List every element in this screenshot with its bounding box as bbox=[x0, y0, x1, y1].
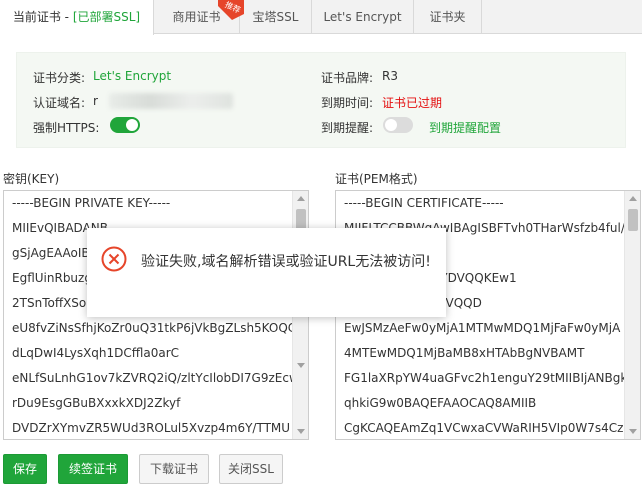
scroll-down-icon bbox=[297, 363, 305, 368]
text-line: 4MTEwMDQ1MjBaMB8xHTAbBgNVBAMT bbox=[344, 346, 585, 360]
deployed-status: [已部署SSL] bbox=[72, 10, 141, 24]
scroll-up-icon[interactable] bbox=[629, 196, 637, 201]
scroll-thumb[interactable] bbox=[628, 209, 638, 231]
cert-info-panel: 证书分类: Let's Encrypt 证书品牌: R3 认证域名: r 到期时… bbox=[16, 52, 626, 148]
text-line: dLqDwI4LysXqh1DCffla0arC bbox=[12, 346, 180, 360]
tab-bar: 当前证书 - [已部署SSL] 商用证书 宝塔SSL Let's Encrypt… bbox=[0, 0, 642, 35]
key-title: 密钥(KEY) bbox=[3, 172, 60, 186]
tab-bt-ssl[interactable]: 宝塔SSL bbox=[240, 0, 312, 34]
download-cert-button[interactable]: 下载证书 bbox=[139, 454, 209, 484]
expire-label: 到期时间: bbox=[321, 96, 374, 110]
tab-commercial-cert-label: 商用证书 bbox=[172, 10, 221, 24]
cert-scrollbar[interactable] bbox=[624, 191, 640, 439]
text-line: DVDZrXYmvZR5WUd3ROLul5Xvzp4m6Y/TTMU bbox=[12, 421, 291, 435]
text-line: CgKCAQEAmZq1VCwxaCVWaRIH5VIp0W7s4CzR bbox=[344, 421, 632, 435]
tab-bt-ssl-label: 宝塔SSL bbox=[252, 10, 299, 24]
text-line: qhkiG9w0BAQEFAAOCAQ8AMIIB bbox=[344, 396, 537, 410]
cert-category-label: 证书分类: bbox=[33, 71, 86, 85]
text-line: -----BEGIN PRIVATE KEY----- bbox=[12, 196, 171, 210]
cert-category-value: Let's Encrypt bbox=[93, 69, 172, 83]
expiry-remind-label: 到期提醒: bbox=[321, 121, 374, 135]
expiry-remind-toggle[interactable] bbox=[383, 117, 413, 133]
cert-brand-value: R3 bbox=[382, 69, 398, 83]
close-ssl-button[interactable]: 关闭SSL bbox=[219, 454, 283, 484]
error-icon bbox=[101, 246, 127, 272]
text-line: eU8fvZiNsSfhjKoZr0uQ31tkP6jVkBgZLsh5KOQC bbox=[12, 321, 297, 335]
renew-cert-button[interactable]: 续签证书 bbox=[58, 454, 128, 484]
force-https-toggle[interactable] bbox=[110, 117, 140, 133]
text-line: EwJSMzAeFw0yMjA1MTMwMDQ1MjFaFw0yMjA bbox=[344, 321, 621, 335]
domain-label: 认证域名: bbox=[33, 96, 86, 110]
tab-current-cert[interactable]: 当前证书 - [已部署SSL] bbox=[0, 0, 154, 35]
toggle-knob bbox=[126, 119, 138, 131]
text-line: rDu9EsgGBuBXxxkXDJ2Zkyf bbox=[12, 396, 181, 410]
scroll-up-icon[interactable] bbox=[297, 196, 305, 201]
expire-value: 证书已过期 bbox=[382, 96, 443, 110]
text-line: FG1laXRpYW4uaGFvc2h1enguY29tMIIBIjANBgk bbox=[344, 371, 628, 385]
error-message: 验证失败,域名解析错误或验证URL无法被访问! bbox=[141, 254, 431, 270]
domain-value: r bbox=[93, 94, 98, 108]
domain-redaction bbox=[109, 93, 233, 109]
cert-title: 证书(PEM格式) bbox=[335, 172, 418, 186]
toggle-knob bbox=[385, 119, 397, 131]
tab-current-cert-label: 当前证书 - bbox=[12, 10, 73, 24]
text-line: -----BEGIN CERTIFICATE----- bbox=[344, 196, 504, 210]
scroll-down-icon[interactable] bbox=[297, 429, 305, 434]
expiry-remind-config-link[interactable]: 到期提醒配置 bbox=[429, 119, 501, 136]
tab-cert-folder-label: 证书夹 bbox=[429, 10, 466, 24]
force-https-label: 强制HTTPS: bbox=[33, 121, 100, 135]
cert-brand-label: 证书品牌: bbox=[321, 71, 374, 85]
tab-cert-folder[interactable]: 证书夹 bbox=[414, 0, 482, 34]
tab-lets-encrypt[interactable]: Let's Encrypt bbox=[312, 0, 414, 34]
recommend-badge: 推荐 bbox=[218, 0, 244, 20]
save-button[interactable]: 保存 bbox=[3, 454, 47, 484]
scroll-down-icon[interactable] bbox=[629, 429, 637, 434]
error-toast: 验证失败,域名解析错误或验证URL无法被访问! bbox=[87, 228, 446, 317]
tab-lets-encrypt-label: Let's Encrypt bbox=[323, 10, 402, 24]
text-line: eNLfSuLnhG1ov7kZVRQ2iQ/zltYcIlobDI7G9zEc… bbox=[12, 371, 299, 385]
